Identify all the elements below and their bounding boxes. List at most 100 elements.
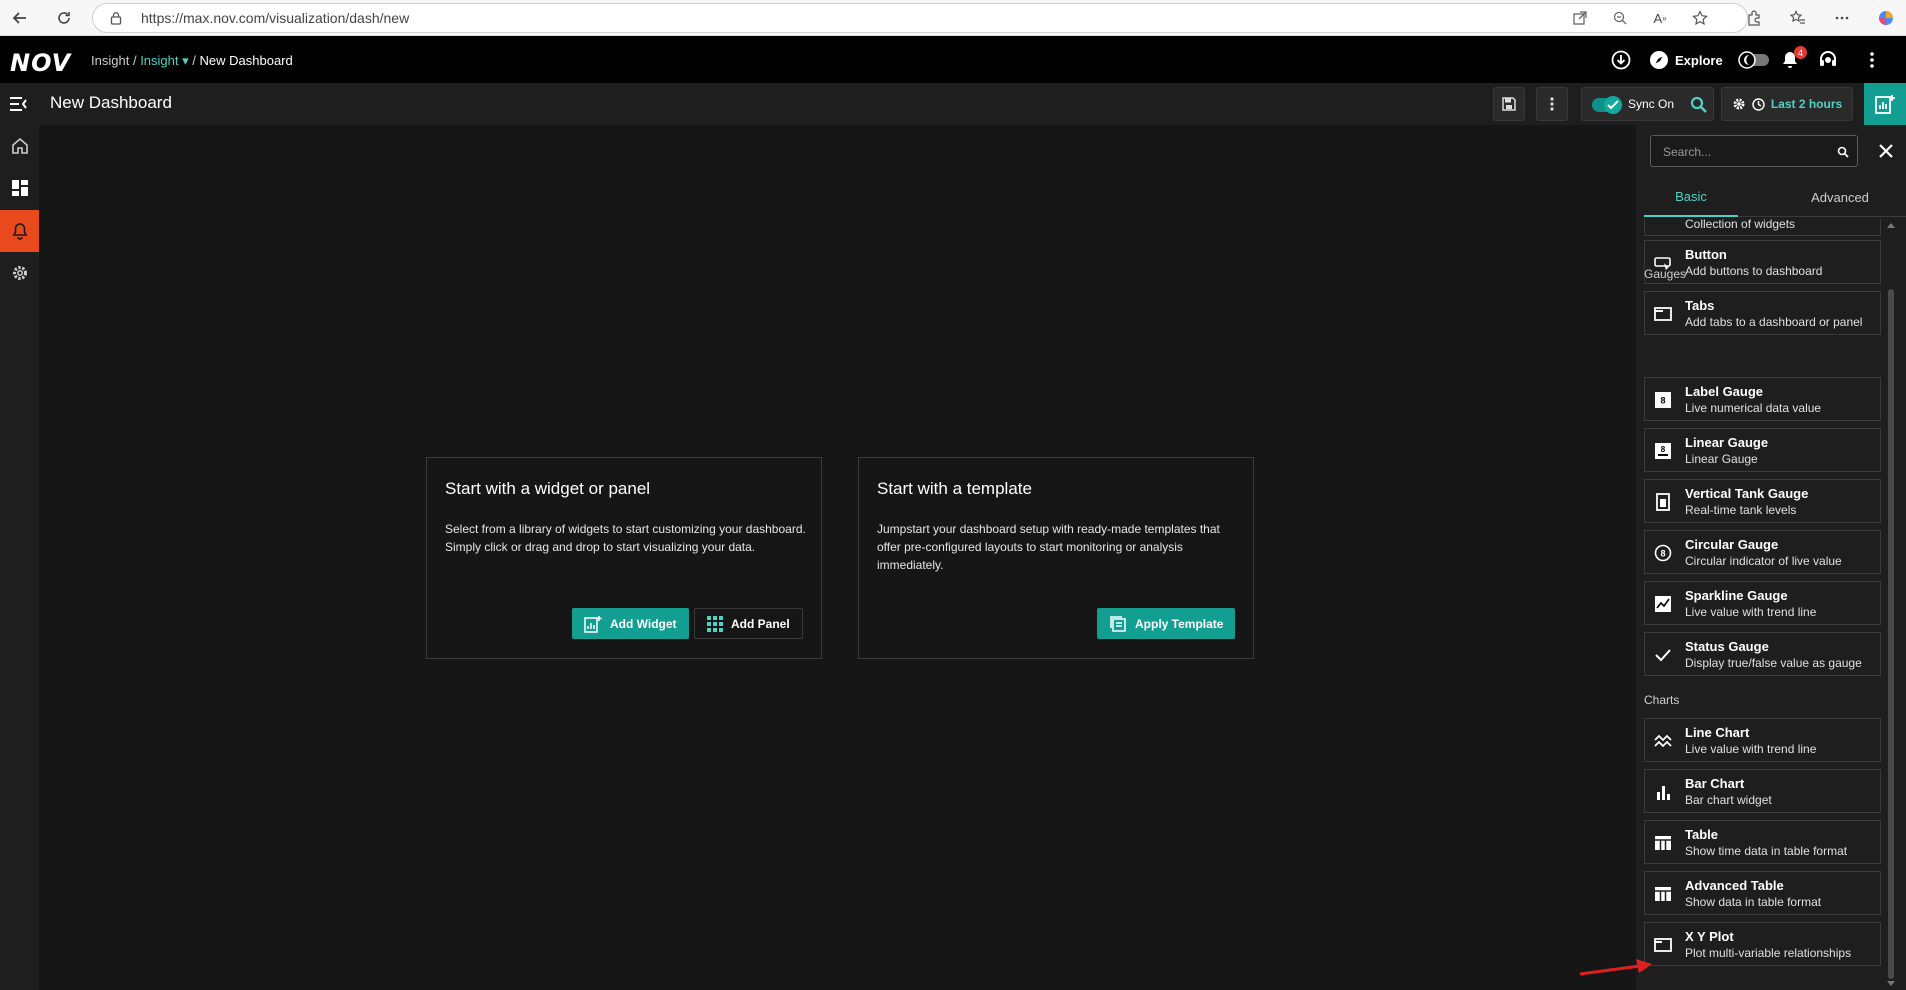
- widget-item-description: Linear Gauge: [1685, 452, 1758, 466]
- zoom-icon[interactable]: [1608, 6, 1632, 30]
- tank-gauge-icon: [1653, 492, 1673, 512]
- chevron-down-icon[interactable]: ▾: [179, 53, 189, 68]
- apply-template-button[interactable]: Apply Template: [1097, 608, 1236, 639]
- widget-item-circular-gauge[interactable]: 8 Circular Gauge Circular indicator of l…: [1644, 530, 1881, 574]
- time-range-label: Last 2 hours: [1770, 97, 1843, 111]
- compass-icon: [1650, 51, 1668, 69]
- widget-item-description: Live value with trend line: [1685, 605, 1817, 619]
- widget-item-sparkline-gauge[interactable]: Sparkline Gauge Live value with trend li…: [1644, 581, 1881, 625]
- nav-alerts[interactable]: [0, 210, 39, 252]
- nav-home[interactable]: [0, 125, 39, 167]
- address-bar[interactable]: https://max.nov.com/visualization/dash/n…: [92, 3, 1748, 33]
- lock-icon: [110, 12, 122, 25]
- advanced-table-icon: [1653, 884, 1673, 904]
- browser-menu-icon[interactable]: [1830, 6, 1854, 30]
- widget-item-name: Table: [1685, 827, 1718, 842]
- menu-collapse-icon[interactable]: [8, 94, 28, 119]
- bell-icon: [12, 223, 27, 240]
- circular-gauge-icon: 8: [1653, 543, 1673, 563]
- copilot-icon[interactable]: [1874, 6, 1898, 30]
- widget-item-xy-plot[interactable]: X Y Plot Plot multi-variable relationshi…: [1644, 922, 1881, 966]
- widget-start-card: Start with a widget or panel Select from…: [426, 457, 822, 659]
- search-zoom-icon[interactable]: [1690, 96, 1708, 114]
- widget-item-description: Show data in table format: [1685, 895, 1822, 909]
- template-start-card: Start with a template Jumpstart your das…: [858, 457, 1254, 659]
- more-vertical-icon[interactable]: [1860, 48, 1884, 72]
- add-panel-button[interactable]: Add Panel: [694, 608, 803, 639]
- widget-item-name: Vertical Tank Gauge: [1685, 486, 1809, 501]
- panel-scrollbar[interactable]: [1885, 219, 1897, 990]
- explore-button[interactable]: Explore: [1649, 48, 1723, 72]
- template-icon: [1110, 615, 1126, 632]
- favorite-star-icon[interactable]: [1688, 6, 1712, 30]
- widget-item-name: Button: [1685, 247, 1727, 262]
- dashboard-title[interactable]: New Dashboard: [50, 93, 172, 113]
- breadcrumb: Insight / Insight ▾ / New Dashboard: [91, 53, 293, 69]
- svg-text:8: 8: [1660, 549, 1665, 559]
- widget-item-status-gauge[interactable]: Status Gauge Display true/false value as…: [1644, 632, 1881, 676]
- add-widget-toolbar-button[interactable]: [1864, 83, 1906, 125]
- widget-item-description: Plot multi-variable relationships: [1685, 946, 1852, 960]
- scrollbar-thumb[interactable]: [1888, 289, 1894, 979]
- theme-toggle[interactable]: [1736, 48, 1772, 72]
- save-button[interactable]: [1493, 87, 1525, 121]
- widget-item-description: Live numerical data value: [1685, 401, 1822, 415]
- widget-item-name: Sparkline Gauge: [1685, 588, 1788, 603]
- left-navigation: [0, 125, 39, 990]
- widget-item-description: Live value with trend line: [1685, 742, 1817, 756]
- card-title: Start with a template: [877, 479, 1032, 498]
- nav-dashboards[interactable]: [0, 167, 39, 209]
- sync-control[interactable]: Sync On: [1581, 87, 1714, 121]
- scroll-down-icon[interactable]: [1887, 980, 1895, 988]
- nov-logo[interactable]: NOV: [10, 49, 71, 77]
- nav-settings[interactable]: [0, 252, 39, 294]
- back-icon[interactable]: [8, 6, 32, 30]
- refresh-icon[interactable]: [52, 6, 76, 30]
- breadcrumb-separator: /: [132, 53, 137, 68]
- widget-item-collection[interactable]: Collection of widgets: [1644, 219, 1881, 236]
- more-vertical-icon: [1550, 97, 1554, 111]
- widget-item-name: Bar Chart: [1685, 776, 1745, 791]
- widget-item-tabs[interactable]: Tabs Add tabs to a dashboard or panel: [1644, 291, 1881, 335]
- widget-item-description: Real-time tank levels: [1685, 503, 1797, 517]
- tab-advanced[interactable]: Advanced: [1774, 177, 1906, 217]
- open-app-icon[interactable]: [1568, 6, 1592, 30]
- widget-item-label-gauge[interactable]: 8 Label Gauge Live numerical data value: [1644, 377, 1881, 421]
- widget-item-advanced-table[interactable]: Advanced Table Show data in table format: [1644, 871, 1881, 915]
- xy-plot-icon: [1653, 935, 1673, 955]
- read-aloud-icon[interactable]: A»: [1648, 6, 1672, 30]
- section-charts: Charts: [1644, 693, 1680, 707]
- tab-basic[interactable]: Basic: [1644, 177, 1738, 217]
- notification-badge: 4: [1794, 46, 1807, 59]
- widget-item-description: Display true/false value as gauge: [1685, 656, 1862, 670]
- breadcrumb-module-dropdown[interactable]: Insight: [140, 53, 178, 68]
- line-chart-icon: [1653, 731, 1673, 751]
- add-widget-button[interactable]: Add Widget: [572, 608, 689, 639]
- breadcrumb-root[interactable]: Insight: [91, 53, 129, 68]
- favorites-icon[interactable]: [1786, 6, 1810, 30]
- extensions-icon[interactable]: [1742, 6, 1766, 30]
- widget-item-line-chart[interactable]: Line Chart Live value with trend line: [1644, 718, 1881, 762]
- widget-item-name: Tabs: [1685, 298, 1715, 313]
- card-description: Jumpstart your dashboard setup with read…: [877, 522, 1220, 572]
- widget-item-name: Line Chart: [1685, 725, 1750, 740]
- widget-item-description: Collection of widgets: [1685, 219, 1796, 231]
- widget-search-input[interactable]: Search...: [1650, 135, 1858, 167]
- widget-item-vertical-tank-gauge[interactable]: Vertical Tank Gauge Real-time tank level…: [1644, 479, 1881, 523]
- widget-item-table[interactable]: Table Show time data in table format: [1644, 820, 1881, 864]
- support-headset-icon[interactable]: [1816, 48, 1840, 72]
- close-icon[interactable]: [1876, 141, 1896, 161]
- annotation-arrow-icon: [1579, 959, 1652, 976]
- widget-list: Collection of widgets Button Add buttons…: [1644, 219, 1881, 990]
- gear-icon: [1733, 98, 1745, 110]
- time-range-picker[interactable]: Last 2 hours: [1721, 87, 1853, 121]
- search-icon[interactable]: [1837, 146, 1849, 158]
- widget-item-linear-gauge[interactable]: 8 Linear Gauge Linear Gauge: [1644, 428, 1881, 472]
- scroll-up-icon[interactable]: [1887, 221, 1895, 229]
- download-icon[interactable]: [1609, 48, 1633, 72]
- widget-item-bar-chart[interactable]: Bar Chart Bar chart widget: [1644, 769, 1881, 813]
- url-text: https://max.nov.com/visualization/dash/n…: [141, 10, 410, 26]
- widget-item-description: Show time data in table format: [1685, 844, 1848, 858]
- dashboard-more-button[interactable]: [1536, 87, 1568, 121]
- add-chart-icon: [584, 615, 602, 633]
